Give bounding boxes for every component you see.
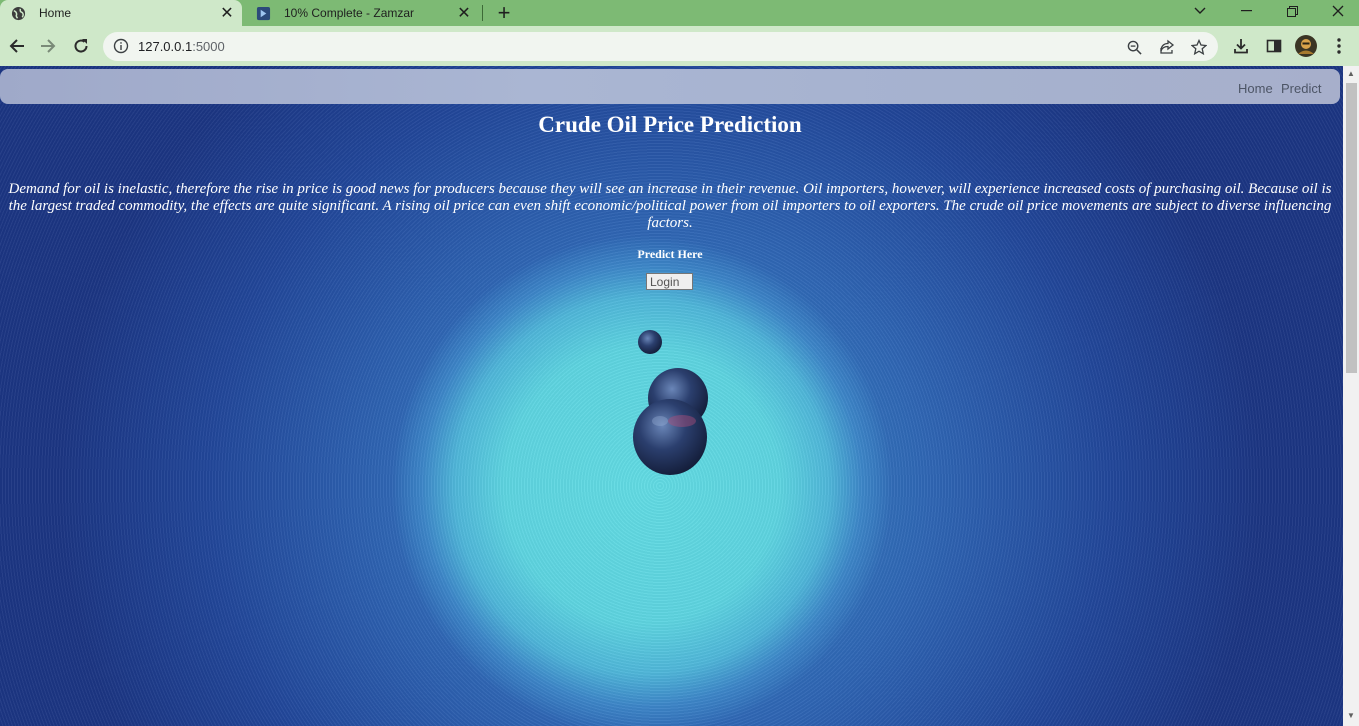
tab-strip: Home ✕ 10% Complete - Zamzar ✕ + — [0, 0, 1359, 26]
predict-here-label: Predict Here — [637, 247, 703, 261]
tab-separator — [482, 5, 483, 21]
profile-avatar[interactable] — [1294, 34, 1318, 58]
tab-title: 10% Complete - Zamzar — [284, 6, 415, 20]
tab-search-chevron-icon[interactable] — [1180, 0, 1220, 22]
scroll-up-arrow-icon[interactable]: ▲ — [1346, 69, 1356, 79]
close-icon[interactable]: ✕ — [216, 2, 238, 24]
back-arrow-icon[interactable] — [5, 34, 29, 58]
bookmark-star-icon[interactable] — [1190, 38, 1208, 56]
forward-arrow-icon[interactable] — [36, 34, 60, 58]
minimize-icon[interactable] — [1226, 0, 1266, 22]
page-viewport: Home Predict Crude Oil Price Prediction … — [0, 66, 1343, 726]
oil-drops-image — [633, 330, 708, 475]
tab-zamzar[interactable]: 10% Complete - Zamzar ✕ — [245, 0, 479, 26]
tab-title: Home — [39, 6, 72, 20]
info-icon[interactable] — [113, 38, 129, 54]
zamzar-icon — [255, 5, 271, 21]
globe-icon — [10, 5, 26, 21]
nav-link-home[interactable]: Home — [1238, 81, 1273, 96]
share-icon[interactable] — [1158, 38, 1176, 56]
site-navbar: Home Predict — [0, 69, 1340, 104]
new-tab-button[interactable]: + — [492, 0, 516, 25]
tab-home[interactable]: Home ✕ — [0, 0, 242, 26]
reload-icon[interactable] — [69, 34, 93, 58]
restore-icon[interactable] — [1272, 0, 1312, 22]
menu-kebab-icon[interactable] — [1327, 34, 1351, 58]
scroll-down-arrow-icon[interactable]: ▼ — [1346, 711, 1356, 721]
page-title: Crude Oil Price Prediction — [538, 112, 802, 137]
close-window-icon[interactable] — [1318, 0, 1358, 22]
download-icon[interactable] — [1229, 34, 1253, 58]
address-bar[interactable]: 127.0.0.1:5000 — [103, 32, 1218, 61]
zoom-icon[interactable] — [1125, 38, 1143, 56]
close-icon[interactable]: ✕ — [453, 2, 475, 24]
url-port: :5000 — [192, 39, 225, 54]
scrollbar-thumb[interactable] — [1346, 83, 1357, 373]
login-button[interactable]: Login — [646, 273, 693, 290]
url-host: 127.0.0.1 — [138, 39, 193, 54]
side-panel-icon[interactable] — [1262, 34, 1286, 58]
page-description: Demand for oil is inelastic, therefore t… — [8, 181, 1332, 231]
page-scrollbar[interactable]: ▲ ▼ — [1343, 66, 1359, 726]
nav-link-predict[interactable]: Predict — [1281, 81, 1321, 96]
url-text: 127.0.0.1:5000 — [138, 39, 225, 54]
browser-toolbar: 127.0.0.1:5000 — [0, 26, 1359, 66]
